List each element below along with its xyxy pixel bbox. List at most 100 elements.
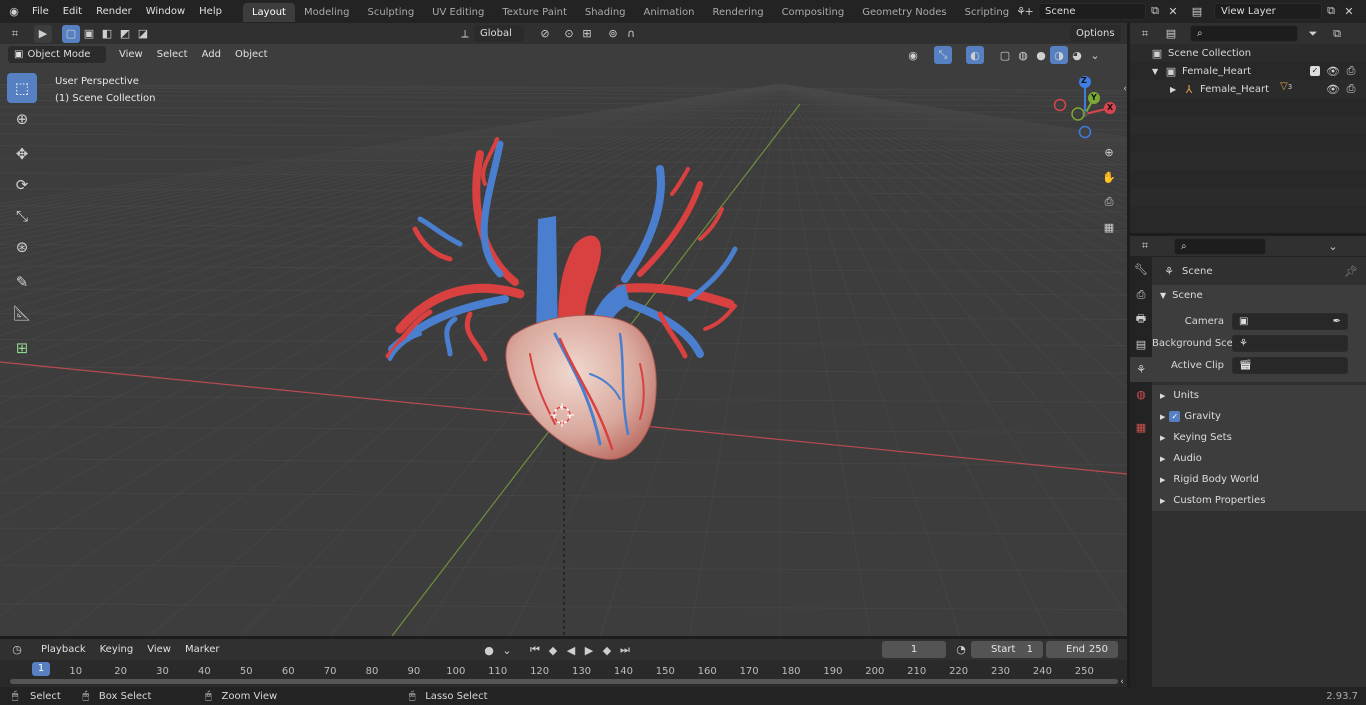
snap-icon[interactable]: ⊙ [560, 25, 578, 43]
custom-properties-panel[interactable]: ▶ Custom Properties [1152, 490, 1366, 511]
hide-eye-icon[interactable]: 👁︎ [1324, 62, 1342, 80]
background-scene-field[interactable]: ⚘ [1232, 334, 1348, 352]
outliner-row-object[interactable]: ▶ ⅄ Female_Heart ▽ 3 👁︎ ⎙ [1130, 80, 1366, 98]
3d-viewport[interactable]: User Perspective (1) Scene Collection Z … [0, 44, 1127, 636]
viewport-menu-view[interactable]: View [112, 43, 150, 66]
sidebar-toggle-icon[interactable]: ‹ [1116, 80, 1127, 98]
viewport-menu-object[interactable]: Object [228, 43, 275, 66]
timeline-scrollbar[interactable] [10, 679, 1118, 684]
navigation-gizmo[interactable]: Z X Y [1050, 72, 1120, 142]
render-camera-icon[interactable]: ⎙ [1342, 62, 1360, 80]
annotate-tool[interactable]: ✎ [7, 267, 37, 297]
select-mode-extend-icon[interactable]: ▣ [80, 25, 98, 43]
view-layer-field[interactable]: View Layer [1214, 2, 1322, 20]
view-layer-tab-icon[interactable]: ▤ [1130, 332, 1152, 357]
eyedropper-icon[interactable]: ✒ [1333, 314, 1341, 329]
tab-uv-editing[interactable]: UV Editing [423, 3, 493, 22]
scene-name-field[interactable]: Scene [1038, 2, 1146, 20]
tab-modeling[interactable]: Modeling [295, 3, 359, 22]
select-mode-subtract-icon[interactable]: ◧ [98, 25, 116, 43]
delete-scene-icon[interactable]: ✕ [1164, 2, 1182, 20]
gizmo-toggle-icon[interactable]: ⤡ [934, 46, 952, 64]
menu-help[interactable]: Help [192, 0, 229, 23]
tab-layout[interactable]: Layout [242, 3, 295, 22]
zoom-icon[interactable]: ⊕ [1098, 141, 1120, 163]
add-cube-tool[interactable]: ⊞ [7, 333, 37, 363]
delete-view-layer-icon[interactable]: ✕ [1340, 2, 1358, 20]
display-mode-icon[interactable]: ▤ [1162, 25, 1180, 43]
render-tab-icon[interactable]: ⎙ [1130, 282, 1152, 307]
gravity-checkbox[interactable]: ✓ [1169, 411, 1181, 422]
tab-sculpting[interactable]: Sculpting [358, 3, 423, 22]
pin-icon[interactable]: 📌︎ [1342, 262, 1360, 280]
blender-logo-icon[interactable]: ◉ [5, 3, 23, 21]
menu-file[interactable]: File [25, 0, 56, 23]
shading-options-icon[interactable]: ⌄ [1086, 46, 1104, 64]
tab-texture-paint[interactable]: Texture Paint [493, 3, 576, 22]
proportional-edit-icon[interactable]: ⊚ [604, 25, 622, 43]
cursor-tool[interactable]: ⊕ [7, 104, 37, 134]
expand-arrow-icon[interactable]: ▼ [1152, 67, 1164, 76]
active-clip-field[interactable]: 🎬︎ [1232, 356, 1348, 374]
shading-wireframe-icon[interactable]: ◍ [1014, 46, 1032, 64]
tab-rendering[interactable]: Rendering [703, 3, 772, 22]
include-checkbox[interactable]: ✓ [1310, 66, 1320, 76]
viewport-menu-add[interactable]: Add [195, 43, 228, 66]
visibility-icon[interactable]: ◉ [904, 46, 922, 64]
rotate-tool[interactable]: ⟳ [7, 170, 37, 200]
world-tab-icon[interactable]: ◍ [1130, 382, 1152, 407]
ortho-toggle-icon[interactable]: ▦ [1098, 216, 1120, 238]
view-layer-icon[interactable]: ▤ [1188, 2, 1206, 20]
measure-tool[interactable]: 📐︎ [7, 298, 37, 328]
camera-field[interactable]: ▣ ✒ [1232, 312, 1348, 330]
falloff-icon[interactable]: ∩ [622, 25, 640, 43]
select-mode-new-icon[interactable]: ▢ [62, 24, 80, 43]
gravity-panel[interactable]: ▶ ✓ Gravity [1152, 406, 1366, 427]
scene-icon[interactable]: ⚘ [1012, 2, 1030, 20]
tool-tab-icon[interactable]: 🔧︎ [1130, 257, 1152, 282]
select-mode-intersect-icon[interactable]: ◪ [134, 25, 152, 43]
scene-panel-header[interactable]: ▼ Scene [1152, 285, 1366, 306]
expand-arrow-icon[interactable]: ▶ [1170, 85, 1182, 94]
pan-hand-icon[interactable]: ✋ [1098, 166, 1120, 188]
outliner-editor-icon[interactable]: ⌗ [1136, 25, 1154, 43]
texture-tab-icon[interactable]: ▦ [1130, 415, 1152, 440]
select-tool-icon[interactable]: ▶ [34, 24, 52, 43]
menu-window[interactable]: Window [139, 0, 192, 23]
select-mode-invert-icon[interactable]: ◩ [116, 25, 134, 43]
keying-sets-panel[interactable]: ▶ Keying Sets [1152, 427, 1366, 448]
mesh-children-badge[interactable]: ▽ 3 [1280, 81, 1292, 92]
render-camera-icon[interactable]: ⎙ [1342, 80, 1360, 98]
audio-panel[interactable]: ▶ Audio [1152, 448, 1366, 469]
filter-icon[interactable]: ⏷ [1304, 25, 1322, 43]
snap-target-icon[interactable]: ⊞ [578, 25, 596, 43]
tab-compositing[interactable]: Compositing [773, 3, 854, 22]
camera-view-icon[interactable]: ⎙ [1098, 191, 1120, 213]
viewport-canvas[interactable] [0, 44, 1127, 636]
properties-editor-icon[interactable]: ⌗ [1136, 237, 1154, 255]
mode-dropdown[interactable]: ▣ Object Mode [8, 46, 106, 63]
menu-edit[interactable]: Edit [56, 0, 89, 23]
transform-tool[interactable]: ⊛ [7, 232, 37, 262]
shading-solid-icon[interactable]: ● [1032, 46, 1050, 64]
units-panel[interactable]: ▶ Units [1152, 385, 1366, 406]
scene-tab-icon[interactable]: ⚘ [1130, 357, 1152, 382]
options-dropdown[interactable]: Options [1070, 25, 1121, 42]
xray-icon[interactable]: ▢ [996, 46, 1014, 64]
output-tab-icon[interactable]: 🖶︎ [1130, 307, 1152, 332]
outliner-search[interactable]: ⌕ [1190, 25, 1298, 42]
rigid-body-world-panel[interactable]: ▶ Rigid Body World [1152, 469, 1366, 490]
hide-eye-icon[interactable]: 👁︎ [1324, 80, 1342, 98]
shading-material-icon[interactable]: ◑ [1050, 46, 1068, 64]
tab-animation[interactable]: Animation [635, 3, 704, 22]
move-tool[interactable]: ✥ [7, 139, 37, 169]
viewport-menu-select[interactable]: Select [150, 43, 195, 66]
scale-tool[interactable]: ⤡ [7, 201, 37, 231]
outliner-row-scene-collection[interactable]: ▣ Scene Collection [1130, 44, 1366, 62]
outliner-row-collection[interactable]: ▼ ▣ Female_Heart ✓ 👁︎ ⎙ [1130, 62, 1366, 80]
new-collection-icon[interactable]: ⧉ [1328, 25, 1346, 43]
new-scene-icon[interactable]: ⧉ [1146, 2, 1164, 20]
new-view-layer-icon[interactable]: ⧉ [1322, 2, 1340, 20]
tab-shading[interactable]: Shading [576, 3, 635, 22]
properties-options-icon[interactable]: ⌄ [1324, 237, 1342, 255]
